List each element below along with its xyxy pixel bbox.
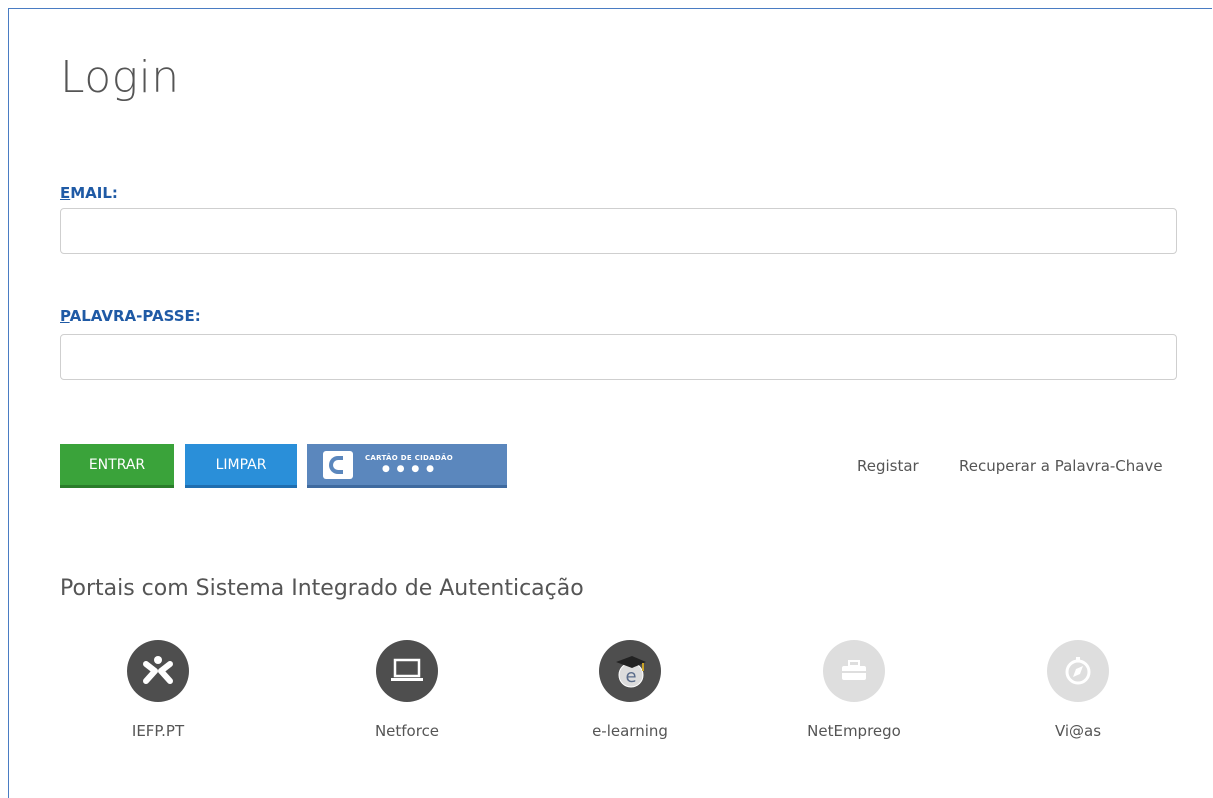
portal-name: e-learning [592,722,668,740]
password-input[interactable] [60,334,1177,380]
laptop-icon [376,640,438,702]
cartao-cidadao-button[interactable]: CARTÃO DE CIDADÃO ● ● ● ● [307,444,507,488]
entrar-button[interactable]: ENTRAR [60,444,174,488]
cartao-cidadao-text: CARTÃO DE CIDADÃO ● ● ● ● [365,455,453,474]
portal-e-learning[interactable]: e e-learning [550,640,710,740]
svg-text:e: e [625,666,636,687]
portal-netemprego[interactable]: NetEmprego [774,640,934,740]
portal-name: NetEmprego [807,722,901,740]
portal-name: Vi@as [1054,722,1102,740]
compass-icon [1047,640,1109,702]
portal-name: Netforce [374,722,440,740]
portal-netforce[interactable]: Netforce [327,640,487,740]
portals-heading: Portais com Sistema Integrado de Autenti… [60,576,584,601]
graduation-e-icon: e [599,640,661,702]
limpar-button[interactable]: LIMPAR [185,444,297,488]
page-title: Login [60,52,180,103]
portal-viaas[interactable]: Vi@as [998,640,1158,740]
recuperar-palavra-chave-link[interactable]: Recuperar a Palavra-Chave [959,457,1163,475]
cartao-cidadao-dots: ● ● ● ● [381,464,436,474]
registar-link[interactable]: Registar [857,457,919,475]
cartao-cidadao-logo-icon [323,450,353,479]
email-label: EMAIL: [60,184,118,202]
iefp-logo-icon [127,640,189,702]
portal-name: IEFP.PT [131,722,185,740]
password-label-text: ALAVRA-PASSE: [69,307,201,325]
password-label: PALAVRA-PASSE: [60,307,201,325]
password-label-accesskey: P [60,307,70,325]
briefcase-icon [823,640,885,702]
email-label-text: MAIL: [70,184,118,202]
portal-iefp[interactable]: IEFP.PT [78,640,238,740]
cartao-cidadao-label: CARTÃO DE CIDADÃO [365,454,453,462]
email-input[interactable] [60,208,1177,254]
email-label-accesskey: E [60,184,71,202]
